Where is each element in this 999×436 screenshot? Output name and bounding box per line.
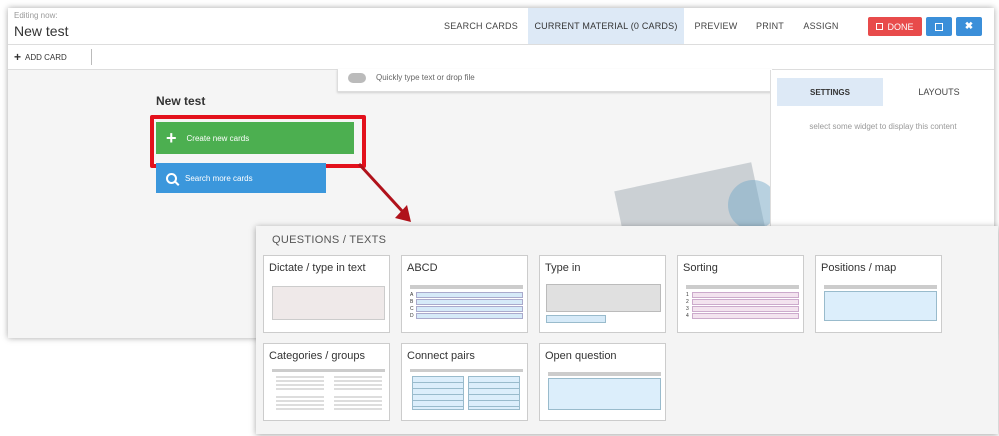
- close-icon: ✖: [964, 21, 974, 32]
- open-question-preview: [548, 378, 661, 410]
- floppy-icon: [935, 22, 943, 31]
- toolbar: + ADD CARD: [8, 45, 994, 70]
- cloud-upload-icon: [348, 73, 366, 83]
- type-abcd[interactable]: ABCD A B C D: [401, 255, 528, 333]
- nav-search-cards[interactable]: SEARCH CARDS: [438, 8, 524, 44]
- editing-label: Editing now:: [14, 11, 58, 20]
- type-label: Connect pairs: [407, 350, 475, 362]
- search-label: Search more cards: [185, 173, 253, 183]
- pointer-arrow: [357, 162, 411, 222]
- categories-preview-c: [276, 396, 324, 410]
- type-label: ABCD: [407, 262, 438, 274]
- floppy-icon: [876, 23, 884, 30]
- type-label: Type in: [545, 262, 581, 274]
- pairs-header-bar: [410, 369, 523, 372]
- nav-print[interactable]: PRINT: [750, 8, 790, 44]
- panel-hint: select some widget to display this conte…: [809, 122, 957, 131]
- add-card-button[interactable]: + ADD CARD: [14, 45, 67, 69]
- categories-preview-b: [334, 376, 382, 390]
- dropzone-placeholder: Quickly type text or drop file: [376, 73, 475, 82]
- type-in-answer: [546, 315, 606, 323]
- highlight-box: [150, 115, 366, 168]
- top-bar: Editing now: New test SEARCH CARDS CURRE…: [8, 8, 994, 45]
- dictate-preview: [272, 286, 385, 320]
- plus-icon: +: [14, 50, 22, 64]
- categories-preview-d: [334, 396, 382, 410]
- positions-preview: [824, 291, 937, 321]
- sorting-header-bar: [686, 285, 799, 289]
- toolbar-divider: [91, 49, 92, 65]
- card-type-picker: QUESTIONS / TEXTS Dictate / type in text…: [256, 226, 998, 434]
- type-connect-pairs[interactable]: Connect pairs: [401, 343, 528, 421]
- search-icon: [166, 172, 177, 184]
- done-button[interactable]: DONE: [868, 17, 922, 36]
- tab-settings[interactable]: SETTINGS: [777, 78, 883, 106]
- sorting-preview: 1 2 3 4: [686, 291, 799, 319]
- pairs-preview-left: [412, 376, 464, 410]
- type-dictate[interactable]: Dictate / type in text: [263, 255, 390, 333]
- type-label: Sorting: [683, 262, 718, 274]
- type-label: Positions / map: [821, 262, 897, 274]
- type-label: Categories / groups: [269, 350, 365, 362]
- type-in-preview: [546, 284, 661, 312]
- done-label: DONE: [887, 21, 914, 32]
- open-question-header-bar: [548, 372, 661, 376]
- abcd-preview: A B C D: [410, 291, 523, 319]
- material-title: New test: [156, 94, 206, 108]
- type-positions-map[interactable]: Positions / map: [815, 255, 942, 333]
- picker-title: QUESTIONS / TEXTS: [272, 234, 387, 246]
- document-title: New test: [14, 23, 69, 39]
- quick-input-dropzone[interactable]: Quickly type text or drop file: [337, 69, 773, 92]
- type-type-in[interactable]: Type in: [539, 255, 666, 333]
- type-label: Dictate / type in text: [269, 262, 366, 274]
- nav-assign[interactable]: ASSIGN: [796, 8, 846, 44]
- close-button[interactable]: ✖: [956, 17, 982, 36]
- save-button[interactable]: [926, 17, 952, 36]
- nav-preview[interactable]: PREVIEW: [688, 8, 744, 44]
- type-open-question[interactable]: Open question: [539, 343, 666, 421]
- type-label: Open question: [545, 350, 617, 362]
- positions-header-bar: [824, 285, 937, 289]
- search-more-cards-button[interactable]: Search more cards: [156, 163, 326, 193]
- type-categories-groups[interactable]: Categories / groups: [263, 343, 390, 421]
- add-card-label: ADD CARD: [25, 52, 67, 62]
- nav-current-material[interactable]: CURRENT MATERIAL (0 CARDS): [528, 8, 684, 44]
- type-sorting[interactable]: Sorting 1 2 3 4: [677, 255, 804, 333]
- abcd-header-bar: [410, 285, 523, 289]
- categories-preview-a: [276, 376, 324, 390]
- categories-header-bar: [272, 369, 385, 372]
- pairs-preview-right: [468, 376, 520, 410]
- tab-layouts[interactable]: LAYOUTS: [883, 78, 994, 106]
